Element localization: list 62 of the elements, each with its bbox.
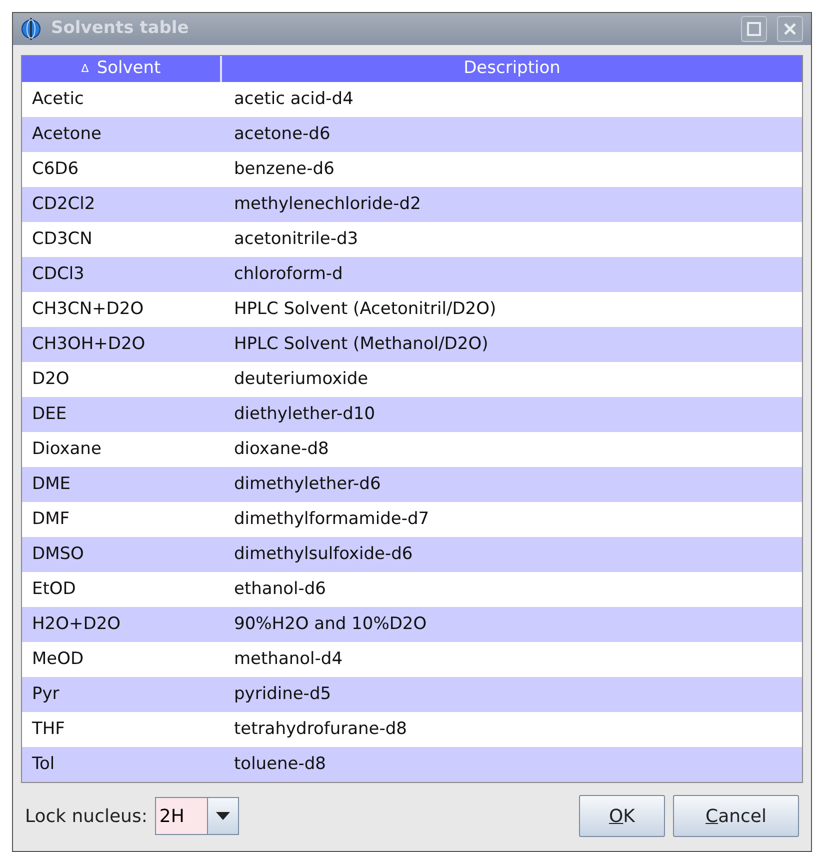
close-icon <box>783 22 797 36</box>
table-cell-text: Dioxane <box>31 438 102 461</box>
close-button[interactable] <box>777 16 803 42</box>
table-cell-text: pyridine-d5 <box>233 682 332 706</box>
table-row[interactable]: H2O+D2O 90%H2O and 10%D2O <box>22 607 802 642</box>
table-row[interactable]: Tol toluene-d8 <box>22 747 802 782</box>
table-row[interactable]: Acetone acetone-d6 <box>22 117 802 152</box>
table-cell-text: HPLC Solvent (Methanol/D2O) <box>233 332 490 356</box>
cancel-button[interactable]: Cancel <box>673 795 799 837</box>
table-cell-text: DME <box>31 472 72 496</box>
table-cell-text: dimethylsulfoxide-d6 <box>233 542 414 566</box>
table-cell-text: 90%H2O and 10%D2O <box>233 612 428 636</box>
table-cell-text: HPLC Solvent (Acetonitril/D2O) <box>233 298 498 321</box>
column-header[interactable]: Description <box>222 56 802 82</box>
table-cell-text: ethanol-d6 <box>233 578 327 601</box>
table-cell-text: EtOD <box>31 578 77 601</box>
table-row[interactable]: CDCl3 chloroform-d <box>22 257 802 292</box>
maximize-button[interactable] <box>741 16 767 42</box>
ok-button[interactable]: OK <box>579 795 665 837</box>
lock-nucleus-label: Lock nucleus: <box>25 804 148 828</box>
table-cell-text: Tol <box>31 752 56 776</box>
globe-icon <box>21 18 41 40</box>
maximize-icon <box>747 22 761 36</box>
table-cell-text: dimethylformamide-d7 <box>233 508 430 531</box>
table-row[interactable]: DMSO dimethylsulfoxide-d6 <box>22 537 802 572</box>
table-cell-text: CH3CN+D2O <box>31 298 145 321</box>
table-cell-text: CD2Cl2 <box>31 192 96 216</box>
table-cell-text: benzene-d6 <box>233 158 336 181</box>
table-cell-text: deuteriumoxide <box>233 368 370 391</box>
table-row[interactable]: Pyr pyridine-d5 <box>22 677 802 712</box>
table-cell-text: methylenechloride-d2 <box>233 192 422 216</box>
table-row[interactable]: CD2Cl2 methylenechloride-d2 <box>22 187 802 222</box>
window-title: Solvents table <box>51 17 189 40</box>
table-cell-text: D2O <box>31 368 70 391</box>
table-cell-text: toluene-d8 <box>233 752 327 776</box>
table-cell-text: methanol-d4 <box>233 648 344 671</box>
table-row[interactable]: DME dimethylether-d6 <box>22 467 802 502</box>
table-cell-text: acetonitrile-d3 <box>233 228 360 251</box>
caret-icon <box>216 812 230 820</box>
table-cell-text: DMSO <box>31 542 85 566</box>
table-cell-text: C6D6 <box>31 158 80 181</box>
table-cell-text: CD3CN <box>31 228 94 251</box>
lock-nucleus-dropdown[interactable]: 2H <box>155 797 240 835</box>
table-cell-text: diethylether-d10 <box>233 402 376 426</box>
table-row[interactable]: CH3OH+D2O HPLC Solvent (Methanol/D2O) <box>22 327 802 362</box>
table-cell-text: DEE <box>31 402 68 426</box>
table-row[interactable]: DEE diethylether-d10 <box>22 397 802 432</box>
table-cell-text: acetone-d6 <box>233 122 332 146</box>
table-cell-text: Acetic <box>31 88 85 111</box>
table-cell-text: chloroform-d <box>233 262 344 286</box>
table-cell-text: dioxane-d8 <box>233 438 330 461</box>
table-cell-text: H2O+D2O <box>31 612 122 636</box>
table-cell-text: tetrahydrofurane-d8 <box>233 718 408 741</box>
table-cell-text: CH3OH+D2O <box>31 332 146 356</box>
table-cell-text: dimethylether-d6 <box>233 472 382 496</box>
table-cell-text: CDCl3 <box>31 262 86 286</box>
table-cell-text: THF <box>31 718 66 741</box>
table-cell-text: MeOD <box>31 648 85 671</box>
table-cell-text: acetic acid-d4 <box>233 88 354 111</box>
table-cell-text: Acetone <box>31 122 102 146</box>
table-cell-text: DMF <box>31 508 71 531</box>
table-cell-text: Pyr <box>31 682 60 706</box>
